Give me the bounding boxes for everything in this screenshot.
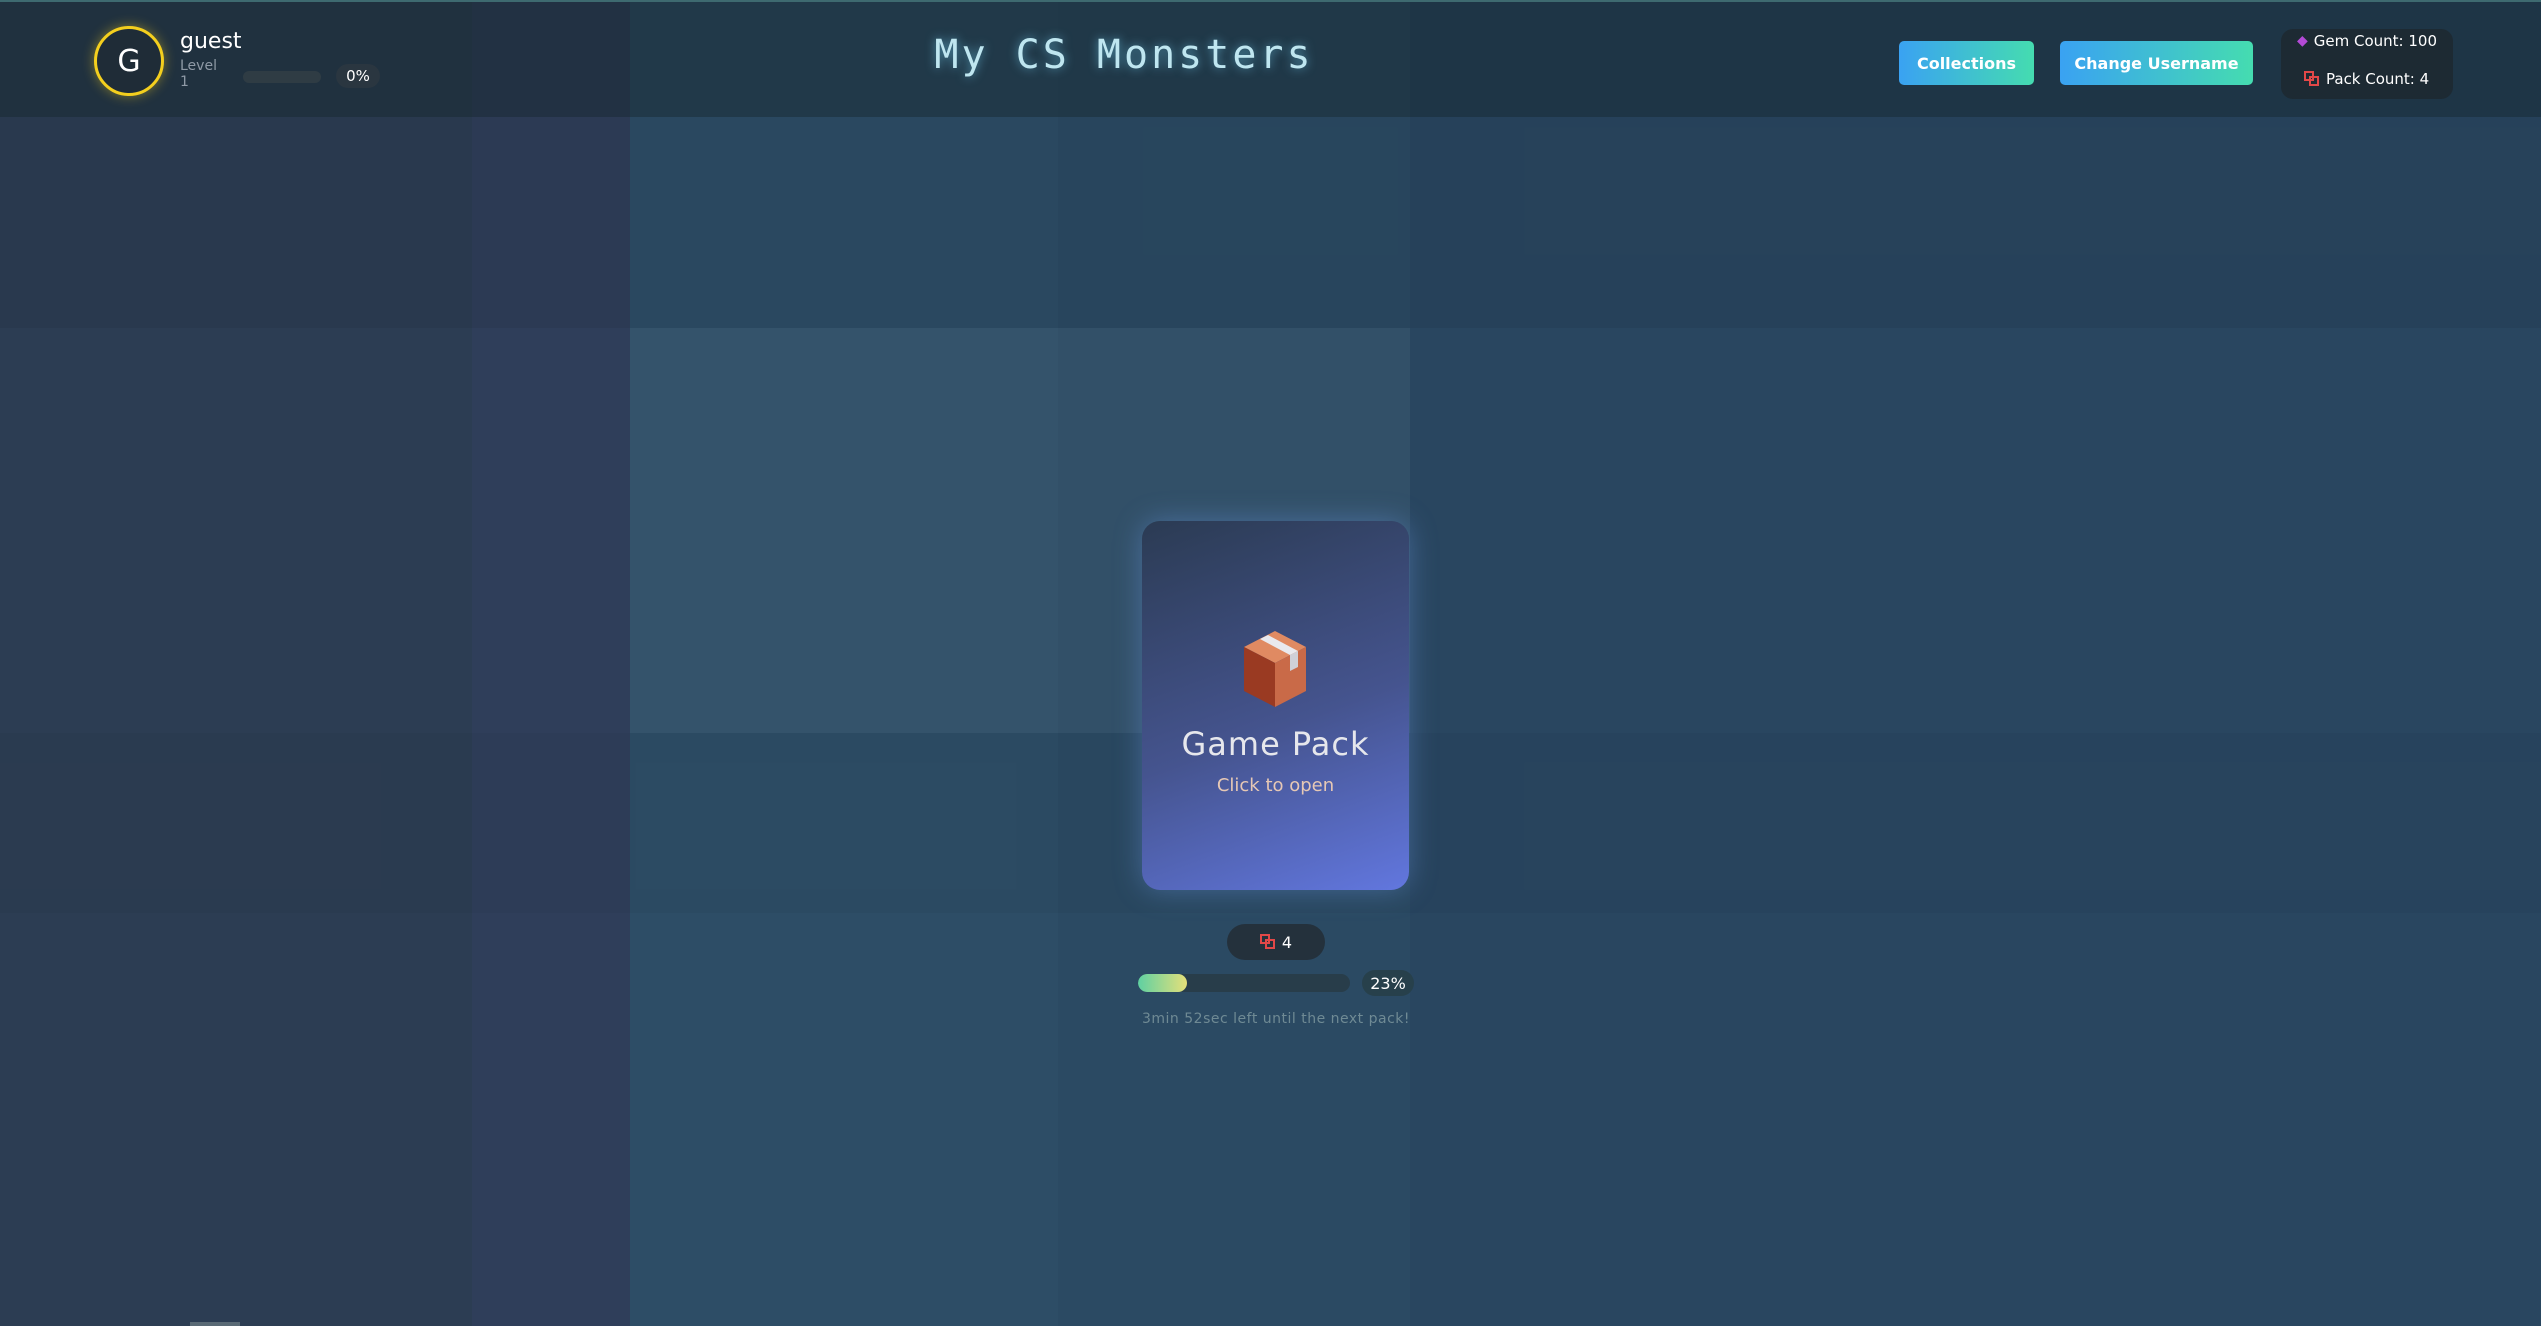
collections-button[interactable]: Collections (1899, 41, 2034, 85)
pack-count-label: Pack Count: 4 (2326, 70, 2430, 88)
bottom-scroll-indicator (190, 1322, 240, 1326)
pack-count: Pack Count: 4 (2304, 69, 2429, 89)
pack-icon (1259, 934, 1276, 950)
pack-count-badge: 4 (1227, 924, 1325, 960)
background-panel (472, 0, 630, 1326)
background-panel (630, 0, 1058, 1326)
pack-timer-text: 3min 52sec left until the next pack! (1142, 1011, 1410, 1027)
diamond-icon: ◆ (2297, 33, 2308, 49)
box-icon (1244, 631, 1306, 707)
background-panel (1410, 0, 2541, 1326)
background-panel (0, 0, 472, 1326)
pack-progress-percent: 23% (1362, 970, 1414, 996)
pack-count-value: 4 (1281, 932, 1293, 952)
pack-timer-progress-fill (1138, 974, 1187, 992)
pack-title: Game Pack (1181, 725, 1370, 763)
top-header: G guest Level 1 0% My CS Monsters Collec… (0, 0, 2541, 117)
pack-timer-progress (1138, 974, 1350, 992)
pack-icon (2304, 71, 2320, 87)
gem-count: ◆ Gem Count: 100 (2297, 31, 2437, 51)
change-username-button[interactable]: Change Username (2060, 41, 2253, 85)
game-pack-card[interactable]: Game Pack Click to open (1142, 521, 1409, 890)
pack-subtitle: Click to open (1216, 775, 1335, 796)
gem-count-label: Gem Count: 100 (2313, 32, 2438, 50)
